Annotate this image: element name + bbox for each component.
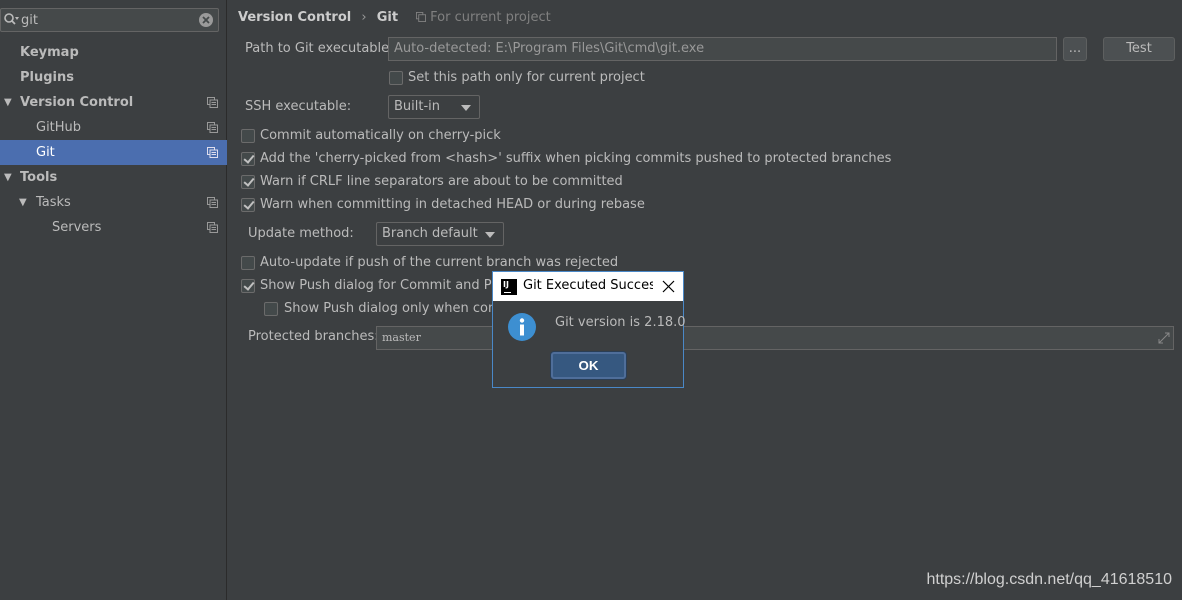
- git-success-dialog: IJ Git Executed Succes... Git version is…: [492, 271, 686, 388]
- sidebar-item-servers[interactable]: Servers: [0, 215, 227, 240]
- sidebar-item-version-control[interactable]: ▼ Version Control: [0, 90, 227, 115]
- breadcrumb-current: Git: [376, 10, 399, 25]
- path-only-project-label: Set this path only for current project: [408, 70, 645, 85]
- ssh-executable-label: SSH executable:: [245, 99, 352, 114]
- sidebar-item-keymap[interactable]: Keymap: [0, 40, 227, 65]
- search-icon[interactable]: [3, 12, 19, 28]
- app-icon-text: IJ: [503, 280, 509, 289]
- sidebar-item-github[interactable]: GitHub: [0, 115, 227, 140]
- sidebar-item-label: GitHub: [36, 120, 82, 135]
- copy-icon: [207, 122, 218, 133]
- warn-detached-checkbox[interactable]: [241, 198, 255, 212]
- project-scope-icon: [416, 12, 426, 22]
- breadcrumb-separator: ›: [361, 10, 367, 25]
- close-icon[interactable]: [662, 280, 675, 293]
- project-scope-text: For current project: [430, 10, 551, 25]
- chevron-down-icon: [461, 105, 471, 111]
- sidebar-item-label: Keymap: [20, 45, 79, 60]
- update-method-label: Update method:: [248, 226, 354, 241]
- commit-cherry-pick-label: Commit automatically on cherry-pick: [260, 128, 501, 143]
- path-only-project-checkbox[interactable]: [389, 71, 403, 85]
- dialog-title: Git Executed Succes...: [523, 278, 653, 293]
- expand-arrow-icon[interactable]: ▼: [4, 90, 12, 115]
- sidebar-item-plugins[interactable]: Plugins: [0, 65, 227, 90]
- breadcrumb: Version Control › Git: [238, 9, 398, 27]
- copy-icon: [207, 222, 218, 233]
- sidebar-item-label: Plugins: [20, 70, 74, 85]
- search-input[interactable]: [21, 11, 191, 29]
- ssh-executable-value: Built-in: [394, 99, 441, 114]
- warn-crlf-label: Warn if CRLF line separators are about t…: [260, 174, 623, 189]
- clear-search-icon[interactable]: [198, 12, 214, 28]
- auto-update-label: Auto-update if push of the current branc…: [260, 255, 619, 270]
- browse-button[interactable]: ...: [1063, 37, 1087, 61]
- sidebar-item-tasks[interactable]: ▼ Tasks: [0, 190, 227, 215]
- cherry-picked-suffix-checkbox[interactable]: [241, 152, 255, 166]
- protected-branches-label: Protected branches:: [248, 329, 379, 344]
- show-push-only-checkbox[interactable]: [264, 302, 278, 316]
- copy-icon: [207, 147, 218, 158]
- update-method-select[interactable]: Branch default: [376, 222, 504, 246]
- expand-field-icon[interactable]: [1158, 332, 1170, 344]
- dialog-message: Git version is 2.18.0: [555, 315, 686, 330]
- test-button[interactable]: Test: [1103, 37, 1175, 61]
- sidebar-item-label: Tools: [20, 170, 58, 185]
- warn-crlf-checkbox[interactable]: [241, 175, 255, 189]
- show-push-only-label: Show Push dialog only when commi: [284, 301, 517, 316]
- expand-arrow-icon[interactable]: ▼: [4, 165, 12, 190]
- cherry-picked-suffix-label: Add the 'cherry-picked from <hash>' suff…: [260, 151, 892, 166]
- sidebar-item-label: Git: [36, 145, 55, 160]
- breadcrumb-parent[interactable]: Version Control: [238, 10, 351, 25]
- auto-update-checkbox[interactable]: [241, 256, 255, 270]
- project-scope-label: For current project: [416, 9, 551, 27]
- copy-icon: [207, 97, 218, 108]
- settings-sidebar: Keymap Plugins ▼ Version Control GitHub …: [0, 0, 227, 600]
- sidebar-item-label: Tasks: [36, 195, 71, 210]
- commit-cherry-pick-checkbox[interactable]: [241, 129, 255, 143]
- intellij-icon: IJ: [501, 279, 517, 295]
- copy-icon: [207, 197, 218, 208]
- watermark: https://blog.csdn.net/qq_41618510: [926, 571, 1172, 588]
- ok-button[interactable]: OK: [551, 352, 626, 379]
- sidebar-item-tools[interactable]: ▼ Tools: [0, 165, 227, 190]
- show-push-dialog-checkbox[interactable]: [241, 279, 255, 293]
- git-path-input[interactable]: Auto-detected: E:\Program Files\Git\cmd\…: [388, 37, 1057, 61]
- show-push-dialog-label: Show Push dialog for Commit and Push: [260, 278, 515, 293]
- sidebar-item-label: Servers: [52, 220, 102, 235]
- info-icon: [508, 313, 536, 341]
- sidebar-item-git[interactable]: Git: [0, 140, 227, 165]
- ssh-executable-select[interactable]: Built-in: [388, 95, 480, 119]
- search-box[interactable]: [0, 8, 219, 32]
- warn-detached-label: Warn when committing in detached HEAD or…: [260, 197, 645, 212]
- protected-branches-value: master: [382, 331, 421, 344]
- path-to-git-label: Path to Git executable:: [245, 41, 394, 56]
- dialog-titlebar[interactable]: IJ Git Executed Succes...: [493, 272, 683, 301]
- sidebar-item-label: Version Control: [20, 95, 134, 110]
- expand-arrow-icon[interactable]: ▼: [19, 190, 27, 215]
- chevron-down-icon: [485, 232, 495, 238]
- update-method-value: Branch default: [382, 226, 478, 241]
- git-settings-panel: Version Control › Git For current projec…: [228, 0, 1182, 600]
